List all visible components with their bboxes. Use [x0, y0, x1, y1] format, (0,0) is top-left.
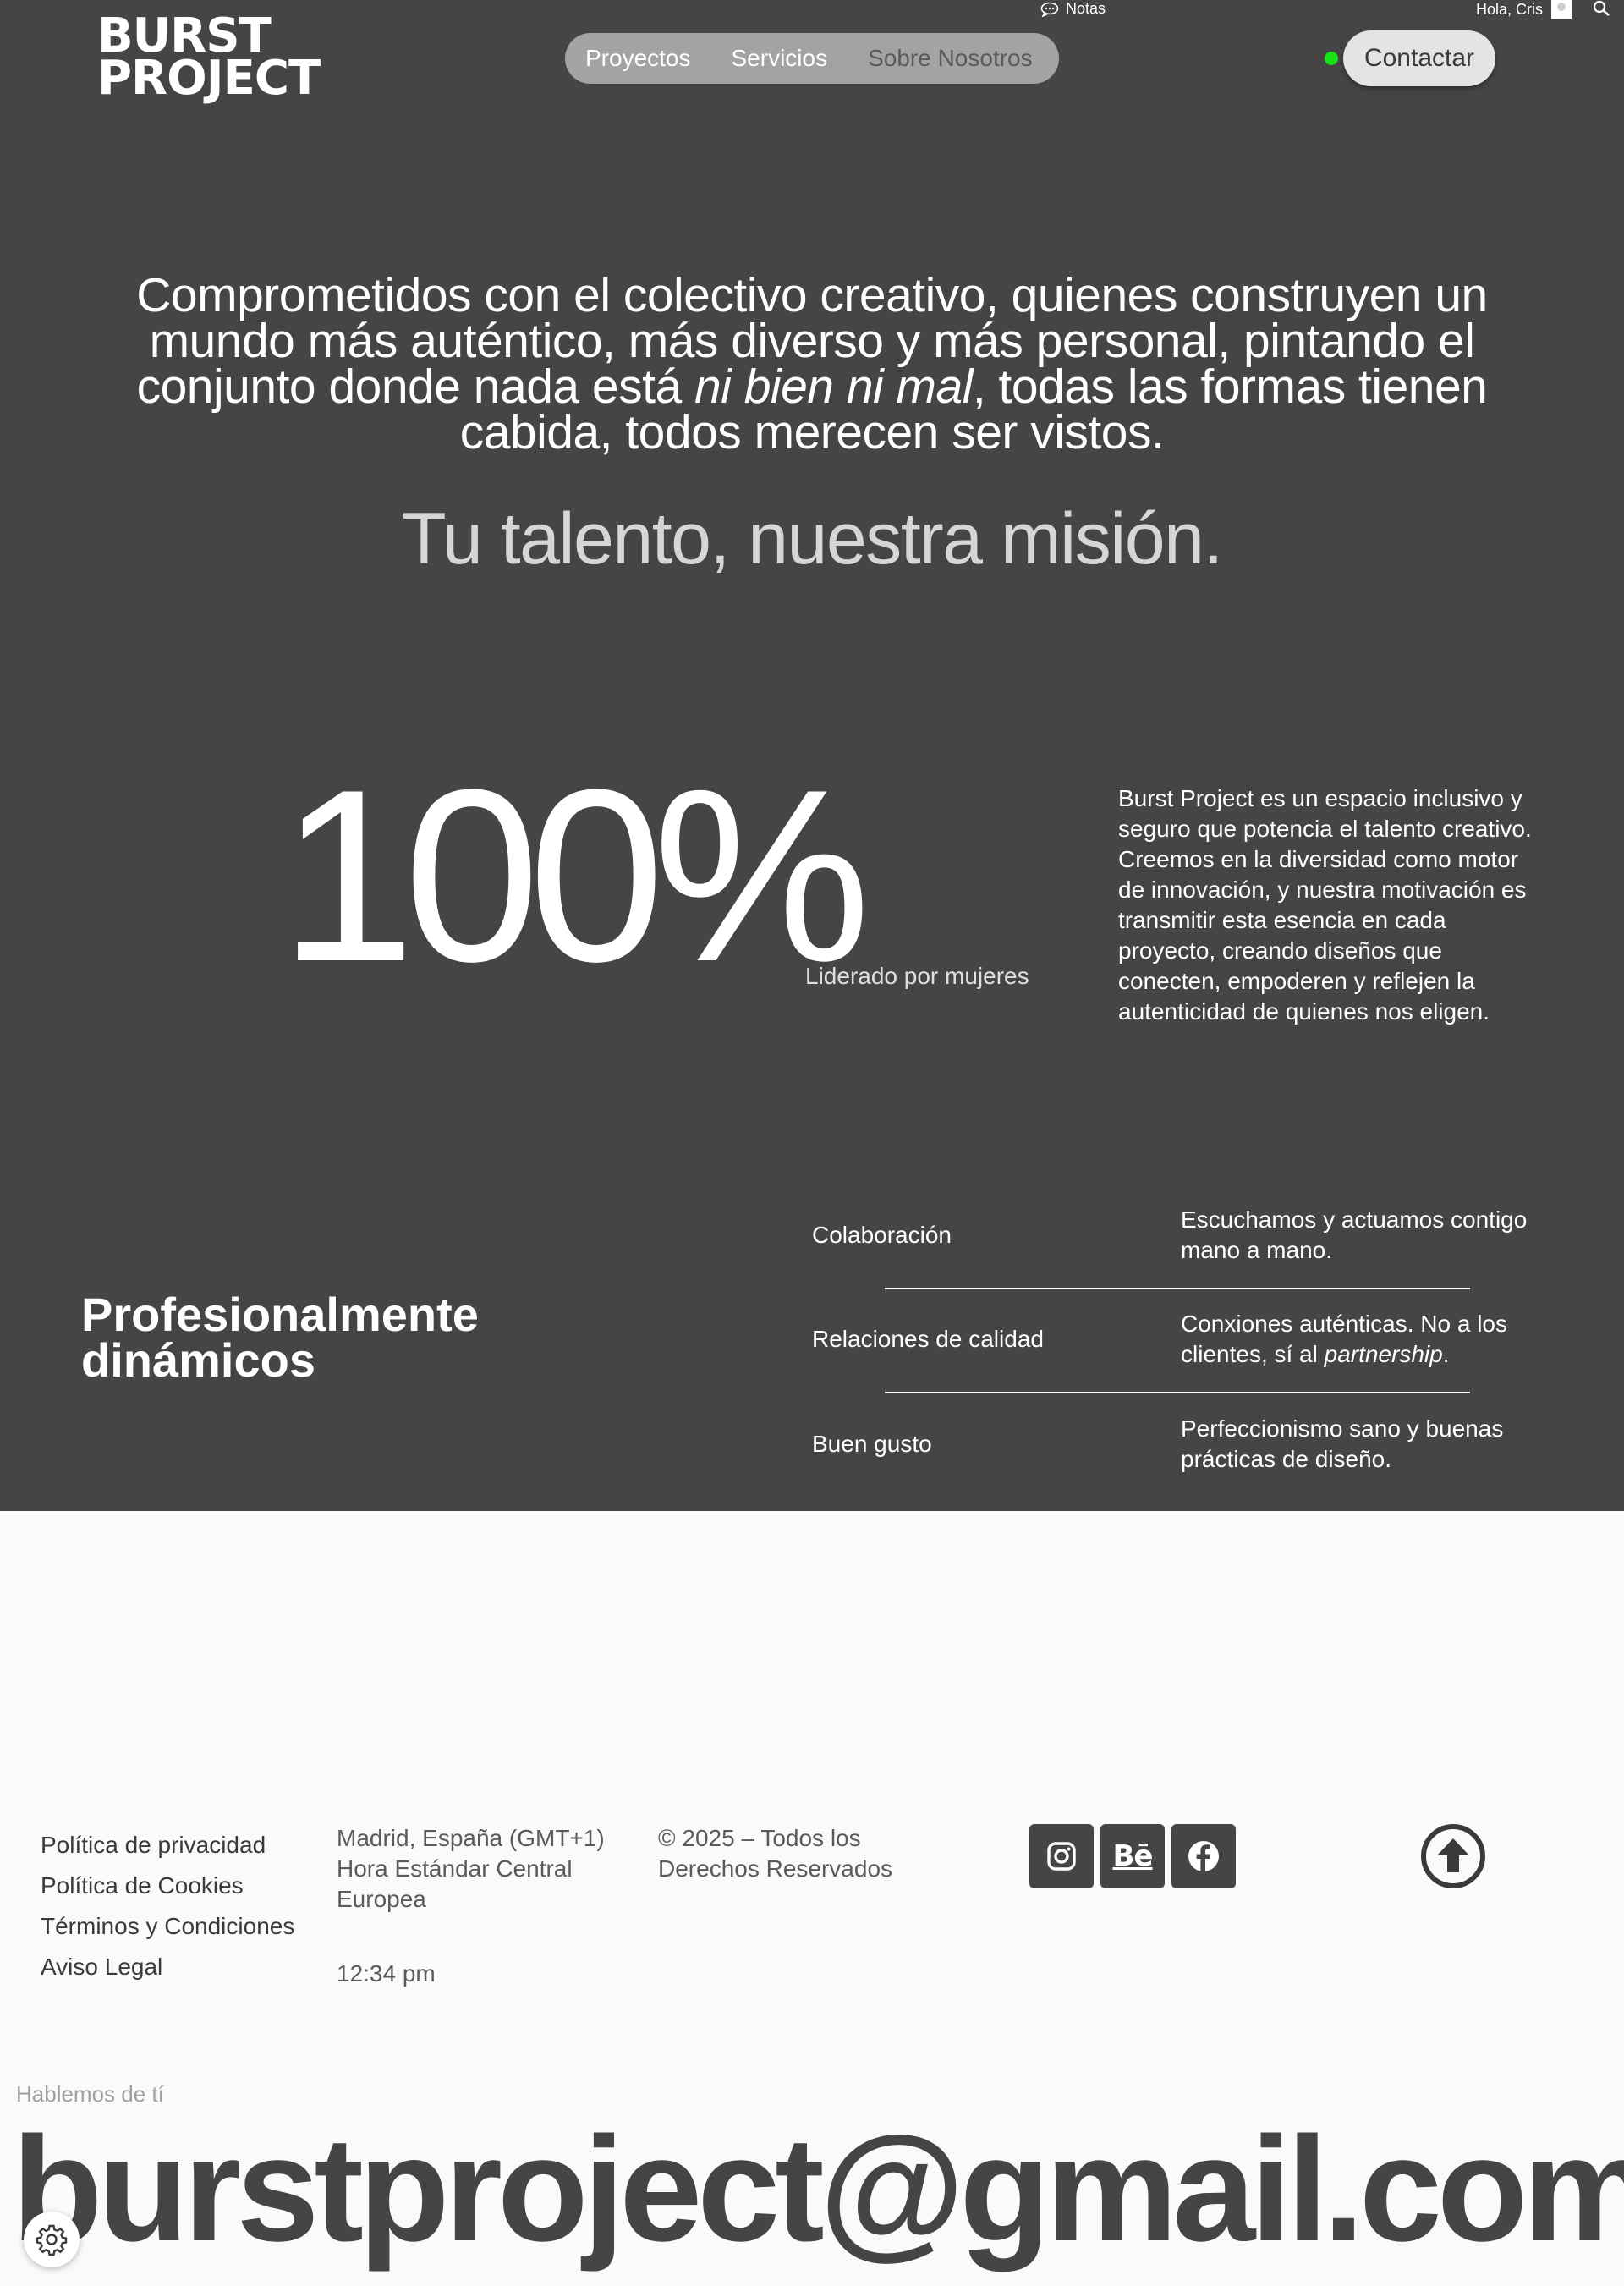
value-desc: Conxiones auténticas. No a los clientes,… [1181, 1309, 1553, 1370]
notes-link[interactable]: Notas [1040, 0, 1106, 18]
terms-link[interactable]: Términos y Condiciones [41, 1906, 294, 1947]
value-row: Relaciones de calidad Conxiones auténtic… [812, 1309, 1556, 1393]
main-nav: Proyectos Servicios Sobre Nosotros [565, 33, 1059, 84]
cookies-policy-link[interactable]: Política de Cookies [41, 1866, 294, 1906]
values-title: Profesionalmente dinámicos [81, 1288, 479, 1387]
instagram-button[interactable] [1029, 1824, 1094, 1888]
legal-notice-link[interactable]: Aviso Legal [41, 1947, 294, 1987]
cookie-settings-button[interactable] [24, 2212, 80, 2267]
value-name: Buen gusto [812, 1431, 932, 1457]
contact-email-link[interactable]: burstproject@gmail.com [12, 2105, 1624, 2274]
instagram-icon [1047, 1842, 1076, 1871]
value-row: Colaboración Escuchamos y actuamos conti… [812, 1205, 1556, 1289]
about-paragraph: Burst Project es un espacio inclusivo y … [1118, 783, 1541, 1027]
social-links: Bē [1029, 1824, 1236, 1888]
divider [885, 1288, 1470, 1289]
hero-statement: Comprometidos con el colectivo creativo,… [102, 272, 1522, 457]
search-icon[interactable] [1592, 0, 1612, 17]
location-text: Madrid, España (GMT+1) Hora Estándar Cen… [337, 1825, 605, 1912]
facebook-button[interactable] [1171, 1824, 1236, 1888]
privacy-policy-link[interactable]: Política de privacidad [41, 1825, 294, 1866]
copyright-text: © 2025 – Todos los Derechos Reservados [658, 1825, 893, 1882]
nav-item-proyectos[interactable]: Proyectos [585, 45, 691, 72]
value-desc-italic: partnership [1324, 1341, 1443, 1367]
nav-item-sobre-nosotros[interactable]: Sobre Nosotros [868, 45, 1033, 72]
behance-icon: Bē [1112, 1839, 1154, 1873]
talk-label: Hablemos de tí [16, 2081, 164, 2107]
value-desc-end: . [1442, 1341, 1450, 1367]
scroll-to-top-icon[interactable] [1420, 1823, 1486, 1889]
gear-icon [36, 2224, 68, 2256]
about-brand: Burst Project [1118, 785, 1254, 811]
nav-item-servicios[interactable]: Servicios [732, 45, 828, 72]
notes-label: Notas [1066, 0, 1106, 17]
online-status-dot [1325, 52, 1338, 65]
contact-button[interactable]: Contactar [1343, 30, 1495, 86]
legal-links: Política de privacidad Política de Cooki… [41, 1825, 294, 1987]
local-time: 12:34 pm [337, 1960, 436, 1987]
logo-line-2: PROJECT [97, 51, 321, 106]
stat-percent-label: Liderado por mujeres [805, 963, 1029, 989]
greeting-text: Hola, Cris [1476, 0, 1544, 18]
value-desc: Escuchamos y actuamos contigo mano a man… [1181, 1206, 1528, 1263]
facebook-icon [1188, 1841, 1219, 1871]
value-name: Relaciones de calidad [812, 1326, 1044, 1352]
avatar [1551, 0, 1572, 19]
value-row: Buen gusto Perfeccionismo sano y buenas … [812, 1414, 1556, 1498]
stat-percent: 100% [279, 739, 871, 1013]
value-desc: Perfeccionismo sano y buenas prácticas d… [1181, 1415, 1504, 1472]
site-logo[interactable]: BURST PROJECT [97, 13, 321, 106]
behance-button[interactable]: Bē [1100, 1824, 1165, 1888]
dark-section: BURST PROJECT Notas Hola, Cris Proyectos… [0, 0, 1624, 1511]
user-menu[interactable]: Hola, Cris [1476, 0, 1572, 19]
about-text: es un espacio inclusivo y seguro que pot… [1118, 785, 1532, 1025]
mission-heading: Tu talento, nuestra misión. [402, 498, 1223, 580]
chat-bubble-icon [1040, 2, 1059, 17]
divider [885, 1392, 1470, 1393]
value-name: Colaboración [812, 1222, 952, 1248]
